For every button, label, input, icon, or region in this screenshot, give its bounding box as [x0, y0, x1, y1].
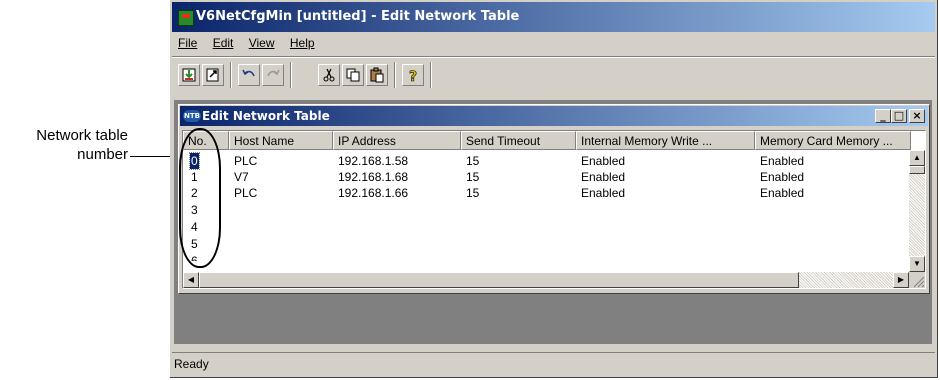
close-button[interactable]: × — [909, 109, 925, 123]
internal-memory-write-cell[interactable]: Enabled — [581, 186, 625, 201]
send-timeout-cell[interactable]: 15 — [466, 186, 479, 201]
toolbar-separator — [230, 62, 232, 88]
status-text: Ready — [174, 357, 209, 371]
resize-grip-icon[interactable] — [909, 272, 925, 288]
export-button[interactable] — [202, 64, 224, 86]
status-bar: Ready — [172, 352, 935, 375]
ntb-icon: NTB — [183, 110, 201, 122]
horizontal-scroll-thumb[interactable] — [199, 272, 799, 288]
row-number[interactable]: 2 — [191, 185, 198, 201]
host-name-cell[interactable]: PLC — [234, 186, 257, 201]
network-table-grid[interactable]: No. Host Name IP Address Send Timeout In… — [182, 130, 926, 289]
menu-bar: File Edit View Help — [172, 32, 935, 54]
cut-button[interactable] — [318, 64, 340, 86]
toolbar-separator — [430, 62, 432, 88]
vertical-scroll-thumb[interactable] — [909, 166, 925, 174]
row-number[interactable]: 5 — [191, 236, 198, 252]
paste-button[interactable] — [366, 64, 388, 86]
vertical-scrollbar[interactable]: ▲ ▼ — [909, 150, 925, 272]
host-name-cell[interactable]: V7 — [234, 170, 249, 185]
help-icon: ? — [409, 69, 418, 86]
column-header-internal-memory-write[interactable]: Internal Memory Write ... — [576, 131, 755, 150]
edit-network-table-window: NTB Edit Network Table _ □ × No. Host Name… — [178, 104, 930, 294]
menu-file-label: File — [178, 36, 198, 50]
send-timeout-cell[interactable]: 15 — [466, 170, 479, 185]
memory-card-memory-cell[interactable]: Enabled — [760, 154, 804, 169]
scroll-right-arrow-icon[interactable]: ▶ — [893, 272, 909, 288]
minimize-button[interactable]: _ — [875, 109, 891, 123]
help-button[interactable]: ? — [402, 64, 424, 86]
svg-text:?: ? — [409, 69, 417, 83]
scroll-left-arrow-icon[interactable]: ◀ — [183, 272, 199, 288]
child-titlebar[interactable]: NTB Edit Network Table _ □ × — [180, 106, 928, 126]
toolbar-separator — [394, 62, 396, 88]
cut-icon — [323, 68, 335, 82]
memory-card-memory-cell[interactable]: Enabled — [760, 170, 804, 185]
menu-help-label: Help — [289, 36, 315, 50]
horizontal-scrollbar[interactable]: ◀ ▶ — [183, 272, 909, 288]
import-button[interactable] — [178, 64, 200, 86]
redo-button[interactable] — [262, 64, 284, 86]
column-header-ip-address[interactable]: IP Address — [333, 131, 461, 150]
app-titlebar[interactable]: V6NetCfgMin [untitled] - Edit Network Ta… — [172, 2, 935, 32]
toolbar-separator — [290, 62, 292, 88]
child-window-controls: _ □ × — [875, 109, 925, 124]
send-timeout-cell[interactable]: 15 — [466, 154, 479, 169]
mdi-client-area: NTB Edit Network Table _ □ × No. Host Name… — [174, 100, 932, 344]
callout-line-1: Network table — [36, 127, 128, 144]
import-icon — [182, 68, 196, 82]
copy-icon — [346, 68, 360, 82]
copy-button[interactable] — [342, 64, 364, 86]
maximize-button[interactable]: □ — [891, 109, 907, 123]
redo-icon — [267, 69, 280, 77]
menu-help[interactable]: Help — [284, 32, 321, 54]
app-window: V6NetCfgMin [untitled] - Edit Network Ta… — [170, 0, 938, 378]
menu-edit[interactable]: Edit — [207, 32, 240, 54]
row-number[interactable]: 0 — [189, 152, 200, 170]
scroll-down-arrow-icon[interactable]: ▼ — [909, 256, 925, 272]
callout-label: Network table number — [36, 126, 128, 164]
app-title: V6NetCfgMin [untitled] - Edit Network Ta… — [196, 9, 520, 24]
row-number[interactable]: 6 — [191, 253, 198, 261]
menu-edit-label: Edit — [212, 36, 234, 50]
child-title: Edit Network Table — [202, 109, 330, 123]
callout-line-2: number — [77, 146, 128, 163]
memory-card-memory-cell[interactable]: Enabled — [760, 186, 804, 201]
internal-memory-write-cell[interactable]: Enabled — [581, 170, 625, 185]
undo-icon — [242, 69, 255, 77]
ip-address-cell[interactable]: 192.168.1.58 — [338, 154, 408, 169]
scroll-up-arrow-icon[interactable]: ▲ — [909, 150, 925, 166]
host-name-cell[interactable]: PLC — [234, 154, 257, 169]
internal-memory-write-cell[interactable]: Enabled — [581, 154, 625, 169]
menu-file[interactable]: File — [172, 32, 203, 54]
ip-address-cell[interactable]: 192.168.1.68 — [338, 170, 408, 185]
column-header-send-timeout[interactable]: Send Timeout — [461, 131, 576, 150]
row-number[interactable]: 4 — [191, 219, 198, 235]
menu-view[interactable]: View — [243, 32, 281, 54]
menu-view-label: View — [248, 36, 275, 50]
column-header-no[interactable]: No. — [183, 131, 229, 150]
paste-icon — [370, 67, 384, 83]
app-icon — [178, 10, 194, 26]
column-header-host-name[interactable]: Host Name — [229, 131, 333, 150]
ip-address-cell[interactable]: 192.168.1.66 — [338, 186, 408, 201]
row-number[interactable]: 3 — [191, 202, 198, 218]
row-number[interactable]: 1 — [191, 169, 198, 185]
undo-button[interactable] — [238, 64, 260, 86]
column-header-memory-card-memory[interactable]: Memory Card Memory ... — [755, 131, 911, 150]
export-icon — [206, 68, 219, 82]
toolbar: ? — [172, 58, 935, 92]
